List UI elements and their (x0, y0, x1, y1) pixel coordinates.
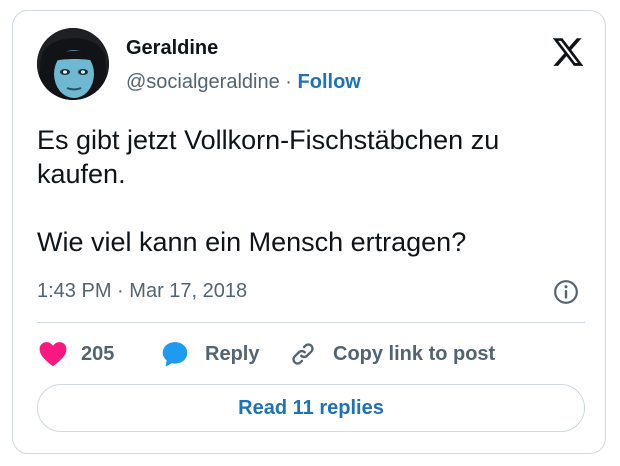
read-replies-button[interactable]: Read 11 replies (37, 384, 585, 432)
avatar[interactable] (37, 28, 109, 100)
like-count: 205 (81, 342, 115, 365)
avatar-image (37, 28, 109, 100)
follow-button[interactable]: Follow (298, 71, 361, 93)
link-icon (292, 343, 314, 365)
divider (37, 322, 585, 323)
tweet-date: Mar 17, 2018 (129, 280, 248, 302)
tweet-card: Geraldine @socialgeraldine · Follow Es g… (12, 10, 606, 454)
tweet-time: 1:43 PM (37, 280, 112, 302)
separator-dot: · (117, 280, 124, 302)
author-handle[interactable]: @socialgeraldine (126, 71, 280, 93)
reply-label: Reply (205, 342, 260, 365)
tweet-text: Es gibt jetzt Vollkorn-Fischstäbchen zu … (37, 123, 585, 259)
info-icon[interactable] (553, 279, 579, 305)
copy-link-label: Copy link to post (333, 342, 496, 365)
author-handle-row: @socialgeraldine · Follow (126, 71, 361, 94)
speech-bubble-icon (162, 342, 188, 367)
like-button[interactable]: 205 (39, 338, 114, 370)
separator-dot: · (285, 71, 292, 93)
timestamp[interactable]: 1:43 PM · Mar 17, 2018 (37, 280, 247, 303)
tweet-paragraph: Es gibt jetzt Vollkorn-Fischstäbchen zu … (37, 125, 500, 189)
tweet-paragraph: Wie viel kann ein Mensch ertragen? (37, 227, 467, 257)
x-logo-icon[interactable] (551, 35, 585, 69)
heart-icon (39, 342, 67, 367)
reply-button[interactable]: Reply (161, 338, 259, 370)
author-name[interactable]: Geraldine (126, 37, 218, 60)
copy-link-button[interactable]: Copy link to post (289, 338, 495, 370)
